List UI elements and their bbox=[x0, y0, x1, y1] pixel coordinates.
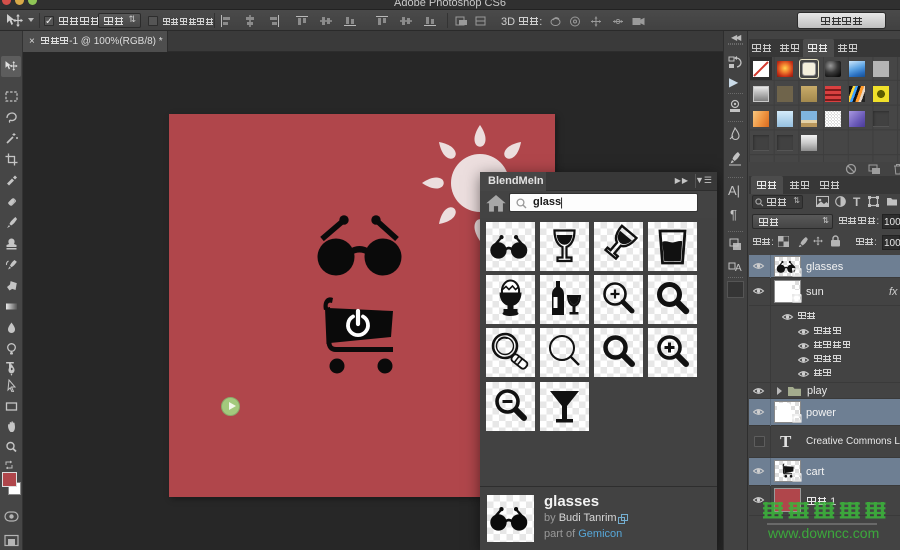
svg-text:A: A bbox=[735, 263, 742, 274]
